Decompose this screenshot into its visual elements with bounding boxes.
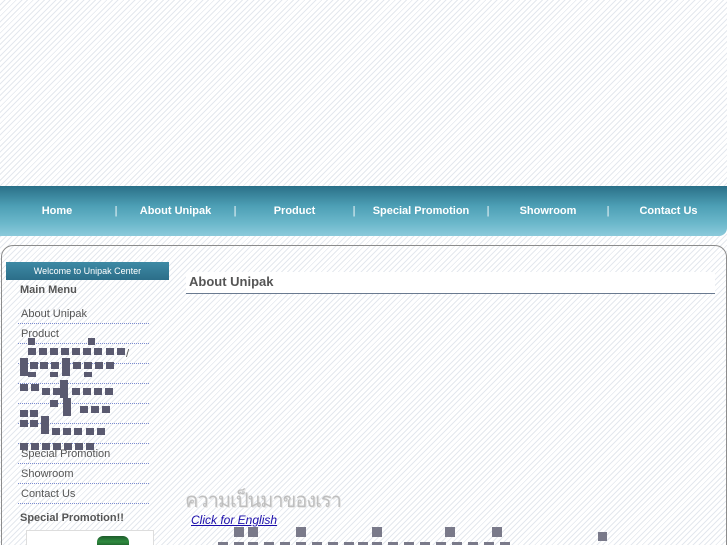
sidebar-item-showroom[interactable]: Showroom [18,464,149,484]
main-menu-heading: Main Menu [20,284,77,296]
nav-showroom[interactable]: Showroom [490,205,606,217]
nav-about-unipak[interactable]: About Unipak [118,205,233,217]
history-heading: ความเป็นมาของเรา [185,490,342,512]
welcome-banner: Welcome to Unipak Center [6,262,169,280]
sidebar-item-contact-us[interactable]: Contact Us [18,484,149,504]
garbled-body-text [218,527,618,545]
nav-special-promotion[interactable]: Special Promotion [356,205,486,217]
nav-home[interactable]: Home [0,205,114,217]
nav-product[interactable]: Product [237,205,352,217]
promotion-image[interactable] [26,530,154,545]
nav-contact-us[interactable]: Contact Us [610,205,727,217]
english-version-link[interactable]: Click for English [191,513,277,527]
top-navigation: Home | About Unipak | Product | Special … [0,186,727,236]
product-bottle-image [97,536,129,545]
garbled-glyphs [20,338,130,454]
header-banner [0,0,727,186]
special-promotion-heading: Special Promotion!! [20,512,124,524]
page-title: About Unipak [186,272,715,294]
sidebar-item-about-unipak[interactable]: About Unipak [18,304,149,324]
